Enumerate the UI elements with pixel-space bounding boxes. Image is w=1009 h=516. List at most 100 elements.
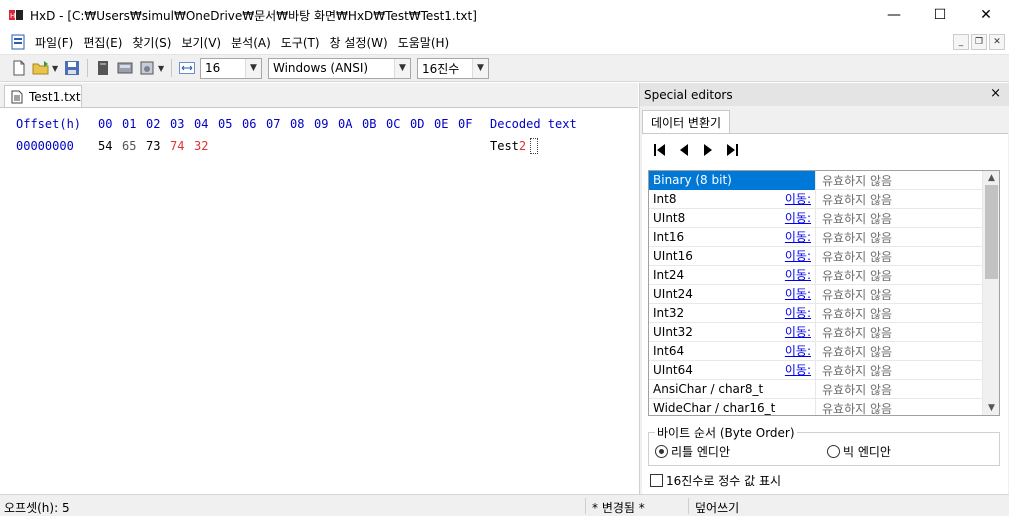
inspector-row[interactable]: UInt16 이동: 유효하지 않음 (649, 246, 983, 266)
column-header: 07 (266, 117, 281, 131)
goto-link[interactable]: 이동: (785, 304, 811, 323)
inspector-row[interactable]: UInt32 이동: 유효하지 않음 (649, 322, 983, 342)
hxd-app-icon: H (9, 10, 23, 20)
status-divider (585, 498, 586, 514)
goto-link[interactable]: 이동: (785, 342, 811, 361)
menu-help[interactable]: 도움말(H) (393, 34, 455, 51)
inspector-row[interactable]: Int16 이동: 유효하지 않음 (649, 227, 983, 247)
inspector-row[interactable]: UInt64 이동: 유효하지 않음 (649, 360, 983, 380)
panel-close-button[interactable]: × (990, 86, 1001, 101)
inspector-row[interactable]: Int24 이동: 유효하지 않음 (649, 265, 983, 285)
byte-order-group: 바이트 순서 (Byte Order) 리틀 엔디안 빅 엔디안 (648, 424, 1000, 466)
inspector-value[interactable]: 유효하지 않음 (816, 286, 892, 303)
bytes-per-row-select[interactable]: 16 ▼ (200, 57, 262, 79)
status-offset: 오프셋(h): 5 (4, 501, 70, 515)
inspector-value[interactable]: 유효하지 않음 (816, 362, 892, 379)
menu-tools[interactable]: 도구(T) (276, 34, 325, 51)
status-bar: 오프셋(h): 5 * 변경됨 * 덮어쓰기 (0, 494, 1009, 516)
disk-icon[interactable] (114, 57, 136, 79)
hex-byte[interactable]: 74 (170, 138, 184, 154)
big-endian-radio[interactable]: 빅 엔디안 (827, 443, 891, 460)
next-icon[interactable] (700, 142, 716, 158)
goto-link[interactable]: 이동: (785, 361, 811, 380)
inspector-value[interactable]: 유효하지 않음 (816, 381, 892, 398)
menu-edit[interactable]: 편집(E) (78, 34, 127, 51)
goto-link[interactable]: 이동: (785, 247, 811, 266)
column-header: 05 (218, 117, 233, 131)
previous-icon[interactable] (676, 142, 692, 158)
menu-window[interactable]: 창 설정(W) (325, 34, 393, 51)
goto-link[interactable]: 이동: (785, 209, 811, 228)
scroll-up-icon[interactable]: ▲ (983, 171, 999, 185)
little-endian-radio[interactable]: 리틀 엔디안 (655, 443, 730, 460)
inspector-value[interactable]: 유효하지 않음 (816, 305, 892, 322)
offset-base-select[interactable]: 16진수 ▼ (417, 57, 489, 79)
hex-byte[interactable]: 54 (98, 138, 112, 154)
mdi-restore-button[interactable]: ❐ (971, 34, 987, 50)
last-icon[interactable] (724, 142, 740, 158)
mdi-close-button[interactable]: ✕ (989, 34, 1005, 50)
column-header: 0D (410, 117, 425, 131)
hex-integers-checkbox[interactable]: 16진수로 정수 값 표시 (650, 472, 781, 489)
inspector-type-name: Int32 이동: (649, 303, 816, 323)
menu-search[interactable]: 찾기(S) (127, 34, 176, 51)
inspector-value[interactable]: 유효하지 않음 (816, 172, 892, 189)
column-header: 0F (458, 117, 473, 131)
mdi-minimize-button[interactable]: _ (953, 34, 969, 50)
data-inspector-grid[interactable]: Binary (8 bit) 유효하지 않음 Int8 이동: 유효하지 않음 UInt8… (648, 170, 1000, 416)
grid-scrollbar[interactable]: ▲ ▼ (982, 171, 999, 415)
inspector-value[interactable]: 유효하지 않음 (816, 210, 892, 227)
maximize-button[interactable]: ☐ (917, 0, 963, 30)
inspector-row[interactable]: Binary (8 bit) 유효하지 않음 (649, 171, 983, 190)
open-dropdown-icon[interactable]: ▼ (52, 64, 61, 73)
goto-link[interactable]: 이동: (785, 323, 811, 342)
menu-file[interactable]: 파일(F) (30, 34, 78, 51)
scroll-thumb[interactable] (985, 185, 998, 279)
close-button[interactable]: ✕ (963, 0, 1009, 30)
inspector-row[interactable]: Int32 이동: 유효하지 않음 (649, 303, 983, 323)
save-icon[interactable] (61, 57, 83, 79)
inspector-type-label: Int24 (653, 267, 685, 282)
inspector-value[interactable]: 유효하지 않음 (816, 324, 892, 341)
minimize-button[interactable]: — (871, 0, 917, 30)
first-icon[interactable] (652, 142, 668, 158)
hex-byte[interactable]: 65 (122, 138, 136, 154)
decoded-text-header: Decoded text (490, 117, 577, 131)
inspector-row[interactable]: AnsiChar / char8_t 유효하지 않음 (649, 379, 983, 399)
tab-data-inspector[interactable]: 데이터 변환기 (642, 110, 731, 133)
inspector-value[interactable]: 유효하지 않음 (816, 267, 892, 284)
inspector-value[interactable]: 유효하지 않음 (816, 400, 892, 416)
new-file-icon[interactable] (8, 57, 30, 79)
inspector-row[interactable]: WideChar / char16_t 유효하지 않음 (649, 398, 983, 416)
ram-icon[interactable] (92, 57, 114, 79)
scroll-down-icon[interactable]: ▼ (983, 401, 999, 415)
goto-link[interactable]: 이동: (785, 190, 811, 209)
title-bar: H HxD - [C:₩Users₩simul₩OneDrive₩문서₩바탕 화… (0, 0, 1009, 30)
hex-byte[interactable]: 73 (146, 138, 160, 154)
column-header: 08 (290, 117, 305, 131)
inspector-row[interactable]: UInt24 이동: 유효하지 않음 (649, 284, 983, 304)
radio-checked-icon (655, 445, 668, 458)
menu-view[interactable]: 보기(V) (176, 34, 226, 51)
inspector-row[interactable]: Int64 이동: 유효하지 않음 (649, 341, 983, 361)
goto-link[interactable]: 이동: (785, 266, 811, 285)
hex-byte[interactable]: 32 (194, 138, 208, 154)
column-header: 0E (434, 117, 449, 131)
image-dropdown-icon[interactable]: ▼ (158, 64, 167, 73)
inspector-value[interactable]: 유효하지 않음 (816, 248, 892, 265)
menu-analysis[interactable]: 분석(A) (226, 34, 276, 51)
goto-link[interactable]: 이동: (785, 285, 811, 304)
inspector-value[interactable]: 유효하지 않음 (816, 229, 892, 246)
goto-link[interactable]: 이동: (785, 228, 811, 247)
inspector-value[interactable]: 유효하지 않음 (816, 343, 892, 360)
save-image-icon[interactable] (136, 57, 158, 79)
charset-value: Windows (ANSI) (273, 61, 369, 75)
hex-editor-view[interactable]: Offset(h) 00 01 02 03 04 05 06 07 08 09 0A 0B 0C 0D 0E… (0, 107, 638, 494)
tab-test1[interactable]: Test1.txt (4, 85, 82, 107)
inspector-type-name: UInt32 이동: (649, 322, 816, 342)
open-folder-icon[interactable] (30, 57, 52, 79)
charset-select[interactable]: Windows (ANSI) ▼ (268, 57, 411, 79)
inspector-value[interactable]: 유효하지 않음 (816, 191, 892, 208)
inspector-row[interactable]: UInt8 이동: 유효하지 않음 (649, 208, 983, 228)
inspector-row[interactable]: Int8 이동: 유효하지 않음 (649, 189, 983, 209)
